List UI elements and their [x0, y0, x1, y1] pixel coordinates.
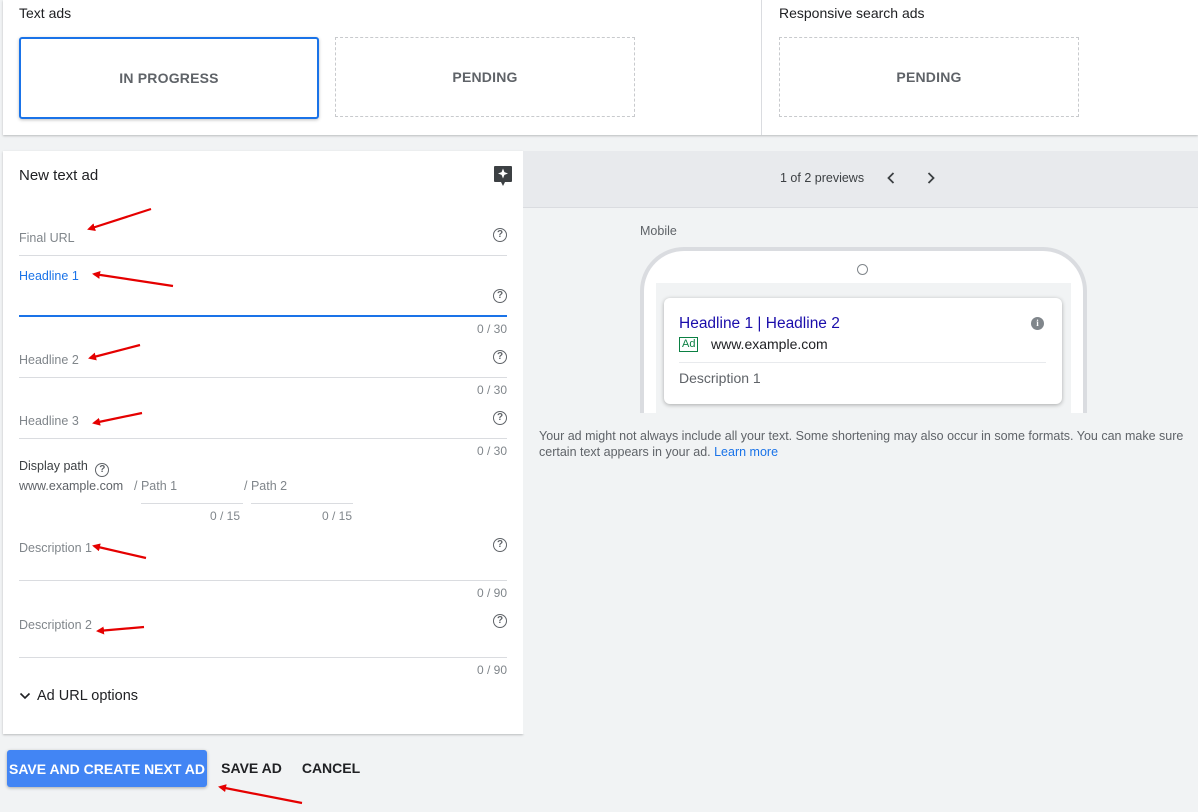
path-1-counter: 0 / 15 [210, 509, 241, 523]
text-ads-title: Text ads [19, 5, 72, 21]
ad-spark-icon[interactable] [493, 165, 513, 187]
headline-1-counter: 0 / 30 [476, 322, 507, 336]
headline-2-counter: 0 / 30 [476, 383, 507, 397]
new-text-ad-editor: New text ad Final URL ? Headline 1 ? 0 /… [3, 151, 523, 734]
display-path-text: Display path [19, 459, 88, 473]
path-2-counter: 0 / 15 [322, 509, 353, 523]
description-1-label: Description 1 [19, 541, 92, 555]
description-2-label: Description 2 [19, 618, 92, 632]
headline-3-field[interactable]: Headline 3 ? 0 / 30 [19, 397, 507, 458]
phone-camera [857, 264, 868, 275]
help-circle-icon[interactable]: ? [493, 411, 507, 425]
headline-3-counter: 0 / 30 [476, 444, 507, 458]
ad-badge: Ad [679, 337, 699, 352]
display-path-domain: www.example.com [19, 479, 124, 493]
ad-preview-url: www.example.com [711, 336, 828, 352]
display-path-row: www.example.com [19, 479, 123, 493]
preview-note: Your ad might not always include all you… [539, 428, 1189, 460]
path-2-underline [251, 503, 353, 504]
help-circle-icon[interactable]: ? [493, 350, 507, 364]
description-2-underline [19, 657, 507, 658]
ad-url-options-label: Ad URL options [37, 688, 139, 704]
info-icon[interactable]: i [1031, 317, 1044, 330]
description-2-field[interactable]: Description 2 ? 0 / 90 [19, 603, 507, 678]
headline-2-underline [19, 377, 507, 378]
ad-url-options-toggle[interactable]: Ad URL options [19, 688, 138, 704]
text-ads-in-progress-card[interactable]: IN PROGRESS [19, 37, 319, 119]
preview-note-text: Your ad might not always include all you… [539, 429, 1184, 459]
path-1-input[interactable]: / Path 1 [134, 479, 177, 493]
ad-preview-headline: Headline 1 | Headline 2 [679, 315, 840, 332]
save-ad-button[interactable]: SAVE AD [214, 750, 289, 787]
rsa-title: Responsive search ads [779, 5, 925, 21]
help-circle-icon[interactable]: ? [493, 228, 507, 242]
final-url-underline [19, 255, 507, 256]
editor-title: New text ad [19, 167, 99, 184]
cancel-button[interactable]: CANCEL [297, 750, 365, 787]
annotation-arrow [218, 784, 303, 805]
description-1-field[interactable]: Description 1 ? 0 / 90 [19, 526, 507, 601]
chevron-right-icon[interactable] [921, 168, 941, 188]
device-label: Mobile [640, 224, 677, 238]
final-url-field[interactable]: Final URL ? [19, 211, 507, 256]
save-and-create-next-ad-button[interactable]: SAVE AND CREATE NEXT AD [7, 750, 207, 787]
ad-preview-divider [679, 362, 1046, 363]
ad-preview-description: Description 1 [679, 370, 761, 386]
preview-toolbar: 1 of 2 previews [523, 151, 1198, 208]
help-circle-icon[interactable]: ? [95, 463, 110, 477]
chevron-down-icon [19, 692, 31, 700]
preview-count: 1 of 2 previews [780, 171, 865, 185]
text-ads-section: Text ads IN PROGRESS PENDING [3, 0, 762, 135]
display-path-label: Display path ? [19, 459, 110, 477]
description-1-underline [19, 580, 507, 581]
headline-2-label: Headline 2 [19, 353, 79, 367]
description-1-counter: 0 / 90 [476, 586, 507, 600]
rsa-pending-card[interactable]: PENDING [779, 37, 1079, 117]
ad-preview-panel: 1 of 2 previews Mobile Headline 1 | Head… [523, 151, 1198, 734]
path-1-underline [141, 503, 243, 504]
phone-frame: Headline 1 | Headline 2 i Ad www.example… [640, 247, 1087, 413]
chevron-left-icon[interactable] [881, 168, 901, 188]
learn-more-link[interactable]: Learn more [714, 445, 778, 459]
headline-1-label: Headline 1 [19, 269, 79, 283]
final-url-label: Final URL [19, 231, 75, 245]
description-2-counter: 0 / 90 [476, 663, 507, 677]
help-circle-icon[interactable]: ? [493, 289, 507, 303]
headline-3-underline [19, 438, 507, 439]
help-circle-icon[interactable]: ? [493, 538, 507, 552]
headline-1-field[interactable]: Headline 1 ? 0 / 30 [19, 261, 507, 336]
headline-1-underline [19, 315, 507, 317]
text-ads-pending-card[interactable]: PENDING [335, 37, 635, 117]
help-circle-icon[interactable]: ? [493, 614, 507, 628]
phone-screen: Headline 1 | Headline 2 i Ad www.example… [656, 283, 1071, 413]
headline-3-label: Headline 3 [19, 414, 79, 428]
ad-preview-card: Headline 1 | Headline 2 i Ad www.example… [664, 298, 1062, 404]
ad-type-panel: Text ads IN PROGRESS PENDING Responsive … [3, 0, 1198, 135]
path-2-input[interactable]: / Path 2 [244, 479, 287, 493]
headline-2-field[interactable]: Headline 2 ? 0 / 30 [19, 336, 507, 397]
